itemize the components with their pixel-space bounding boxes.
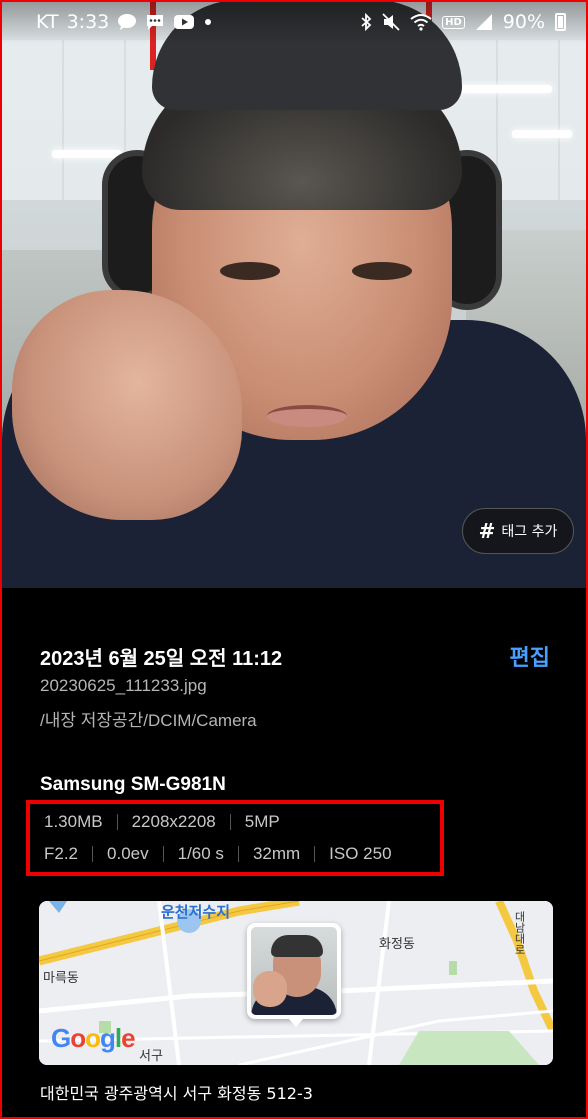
camera-device: Samsung SM-G981N xyxy=(40,774,226,795)
map-label-daenamdaero: 대남대로 xyxy=(513,911,526,955)
divider xyxy=(162,846,164,862)
dot-icon xyxy=(203,17,213,27)
specs-row-exposure: F2.2 0.0ev 1/60 s 32mm ISO 250 xyxy=(44,844,392,864)
exposure-value: 0.0ev xyxy=(107,844,149,863)
bluetooth-icon xyxy=(360,13,372,31)
location-address: 대한민국 광주광역시 서구 화정동 512-3 xyxy=(40,1084,313,1103)
thumb-hair xyxy=(271,935,323,957)
pin-pointer xyxy=(288,1018,304,1027)
signal-icon xyxy=(475,13,493,31)
location-map[interactable]: 운천저수지 화정동 마륵동 서구 대남대로 Google xyxy=(39,901,553,1065)
youtube-icon xyxy=(173,14,195,30)
map-photo-thumbnail xyxy=(251,927,337,1015)
file-size: 1.30MB xyxy=(44,812,103,831)
megapixels: 5MP xyxy=(244,812,280,831)
map-label-seogu: 서구 xyxy=(139,1049,163,1064)
specs-row-file: 1.30MB 2208x2208 5MP xyxy=(44,812,280,832)
status-bar-right: HD 90% xyxy=(360,11,566,33)
file-path: /내장 저장공간/DCIM/Camera xyxy=(40,711,257,730)
map-label-marukdong: 마륵동 xyxy=(43,971,79,986)
photo-light xyxy=(52,150,122,158)
clock: 3:33 xyxy=(66,11,110,33)
message-icon xyxy=(145,13,165,31)
file-name: 20230625_111233.jpg xyxy=(40,676,207,695)
photo-eye-right xyxy=(352,262,412,280)
divider xyxy=(229,814,231,830)
photo-light xyxy=(512,130,572,138)
battery-percent: 90% xyxy=(502,11,545,33)
resolution: 2208x2208 xyxy=(131,812,216,831)
mute-icon xyxy=(382,13,400,31)
wifi-icon xyxy=(410,13,432,31)
photo-eye-left xyxy=(220,262,280,280)
divider xyxy=(314,846,316,862)
specs-highlight-box: 1.30MB 2208x2208 5MP F2.2 0.0ev 1/60 s 3… xyxy=(26,800,444,876)
divider xyxy=(92,846,94,862)
photo-datetime: 2023년 6월 25일 오전 11:12 xyxy=(40,648,283,670)
add-tag-label: 태그 추가 xyxy=(501,524,558,540)
status-bar: KT 3:33 HD 90% xyxy=(0,0,588,44)
status-bar-left: KT 3:33 xyxy=(36,11,213,33)
photo-mouth xyxy=(267,405,347,427)
add-tag-button[interactable]: # 태그 추가 xyxy=(462,508,574,554)
hd-icon: HD xyxy=(442,15,465,29)
photo-view[interactable] xyxy=(2,0,586,588)
aperture: F2.2 xyxy=(44,844,79,863)
carrier-label: KT xyxy=(36,11,59,33)
iso: ISO 250 xyxy=(329,844,392,863)
edit-button[interactable]: 편집 xyxy=(510,640,550,672)
divider xyxy=(237,846,239,862)
focal-length: 32mm xyxy=(252,844,301,863)
shutter-speed: 1/60 s xyxy=(177,844,224,863)
chat-bubble-icon xyxy=(117,13,137,31)
thumb-fist xyxy=(253,971,287,1007)
hashtag-icon: # xyxy=(478,519,496,543)
divider xyxy=(116,814,118,830)
details-panel: 2023년 6월 25일 오전 11:12 편집 20230625_111233… xyxy=(2,588,586,1117)
map-photo-pin[interactable] xyxy=(247,923,341,1027)
battery-icon xyxy=(555,13,566,31)
map-label-hwajeong: 화정동 xyxy=(379,937,415,952)
map-label-reservoir: 운천저수지 xyxy=(161,903,231,921)
google-logo: Google xyxy=(51,1023,136,1053)
